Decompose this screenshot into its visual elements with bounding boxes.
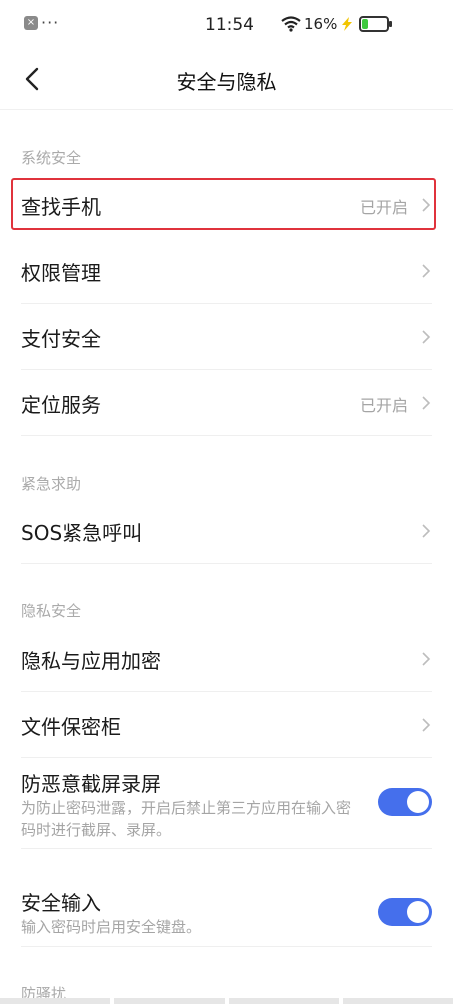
notification-icon: × <box>24 16 38 30</box>
location-service-status: 已开启 <box>359 396 408 415</box>
highlight-box <box>11 178 436 230</box>
divider <box>21 946 432 947</box>
file-safe-label: 文件保密柜 <box>21 715 121 739</box>
location-service-row[interactable]: 定位服务 已开启 <box>0 369 453 435</box>
sos-emergency-call-row[interactable]: SOS紧急呼叫 <box>0 497 453 563</box>
header-divider <box>0 109 453 110</box>
chevron-right-icon <box>422 652 431 666</box>
toggle-knob <box>407 901 429 923</box>
secure-input-label: 安全输入 <box>21 891 101 915</box>
section-emergency-help: 紧急求助 <box>21 475 82 493</box>
divider <box>21 563 432 564</box>
section-privacy-security: 隐私安全 <box>21 602 82 620</box>
anti-screenshot-toggle[interactable] <box>378 788 432 816</box>
divider <box>21 435 432 436</box>
secure-input-description: 输入密码时启用安全键盘。 <box>21 918 202 936</box>
file-safe-row[interactable]: 文件保密柜 <box>0 691 453 757</box>
chevron-right-icon <box>422 330 431 344</box>
toggle-knob <box>407 791 429 813</box>
wifi-icon <box>281 16 301 32</box>
chevron-right-icon <box>422 264 431 278</box>
battery-icon <box>359 16 393 32</box>
anti-screenshot-label: 防恶意截屏录屏 <box>21 772 161 796</box>
privacy-app-encryption-row[interactable]: 隐私与应用加密 <box>0 625 453 691</box>
chevron-right-icon <box>422 524 431 538</box>
sos-emergency-call-label: SOS紧急呼叫 <box>21 521 143 545</box>
charging-icon <box>342 17 353 31</box>
battery-percent: 16% <box>304 15 338 33</box>
status-bar: × ··· 11:54 16% <box>0 0 453 52</box>
payment-security-label: 支付安全 <box>21 327 101 351</box>
location-service-label: 定位服务 <box>21 393 101 417</box>
status-time: 11:54 <box>205 15 254 35</box>
chevron-right-icon <box>422 396 431 410</box>
status-left: × ··· <box>24 13 60 32</box>
page-title: 安全与隐私 <box>176 70 277 94</box>
divider <box>21 848 432 849</box>
status-right: 16% <box>281 15 393 33</box>
more-notifications-icon: ··· <box>41 13 60 32</box>
app-header: 安全与隐私 <box>0 52 453 108</box>
payment-security-row[interactable]: 支付安全 <box>0 303 453 369</box>
privacy-app-encryption-label: 隐私与应用加密 <box>21 649 161 673</box>
bottom-overlay-strip <box>0 998 453 1004</box>
chevron-right-icon <box>422 718 431 732</box>
anti-screenshot-description: 为防止密码泄露，开启后禁止第三方应用在输入密码时进行截屏、录屏。 <box>21 799 352 839</box>
permission-management-row[interactable]: 权限管理 <box>0 237 453 303</box>
secure-input-toggle[interactable] <box>378 898 432 926</box>
section-system-security: 系统安全 <box>21 149 82 167</box>
permission-management-label: 权限管理 <box>21 261 101 285</box>
